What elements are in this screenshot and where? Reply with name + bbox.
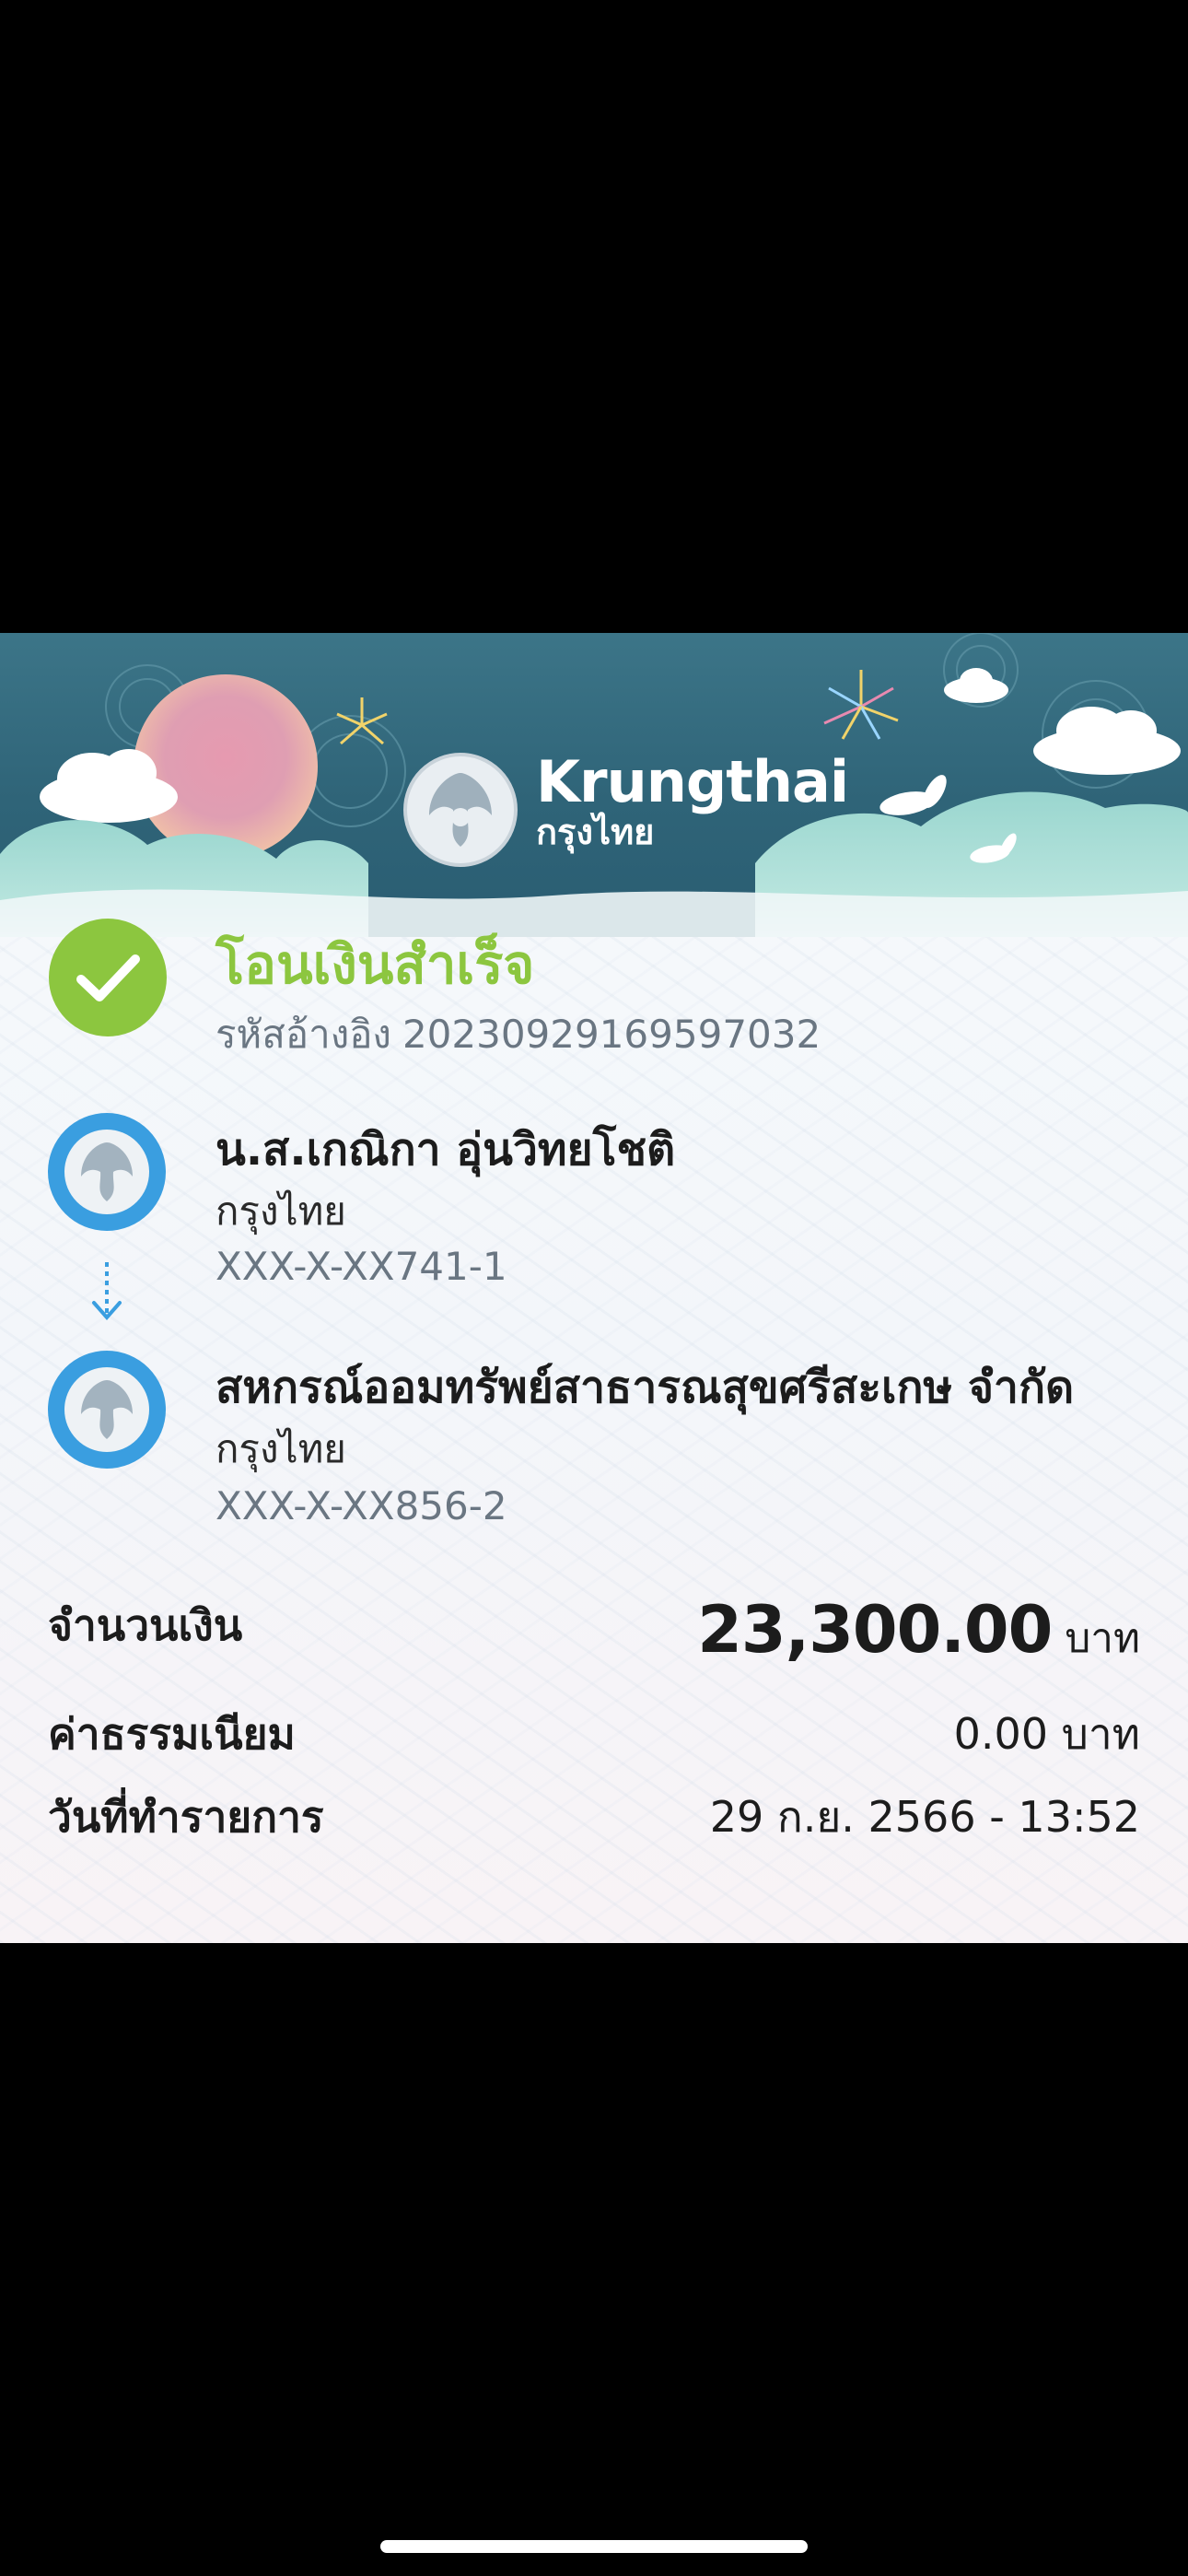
krungthai-logo-icon [64,1130,149,1214]
check-circle-icon [49,919,167,1036]
receiver-avatar [48,1351,166,1469]
header-banner: Krungthai กรุงไทย [0,633,1188,937]
brand-logo: Krungthai กรุงไทย [536,748,849,853]
sender-bank: กรุงไทย [215,1188,346,1234]
krungthai-logo-icon [64,1367,149,1452]
status-title: โอนเงินสำเร็จ [215,933,535,996]
sender-account: XXX-X-XX741-1 [215,1244,507,1289]
sender-name: น.ส.เกณิกา อุ่นวิทยโชติ [215,1124,676,1176]
reference-number: 20230929169597032 [402,1012,821,1057]
date-value: 29 ก.ย. 2566 - 13:52 [709,1792,1140,1842]
dotted-arrow-down-icon [92,1262,122,1321]
reference-label: รหัสอ้างอิง [215,1012,391,1057]
fee-value: 0.00 บาท [953,1709,1140,1759]
fee-label: ค่าธรรมเนียม [48,1709,296,1759]
receiver-bank: กรุงไทย [215,1426,346,1471]
brand-name-en: Krungthai [536,748,849,815]
amount-value: 23,300.00 [697,1592,1053,1668]
amount-value-group: 23,300.00 บาท [697,1592,1140,1670]
amount-unit: บาท [1065,1615,1140,1662]
sender-avatar [48,1113,166,1231]
home-indicator[interactable] [380,2540,808,2553]
date-label: วันที่ทำรายการ [48,1792,324,1842]
krungthai-logo-icon [403,753,518,867]
receiver-name: สหกรณ์ออมทรัพย์สาธารณสุขศรีสะเกษ จำกัด [215,1362,1075,1413]
reference-line: รหัสอ้างอิง 20230929169597032 [215,1004,832,1065]
brand-name-th: กรุงไทย [536,812,655,852]
amount-label: จำนวนเงิน [48,1600,243,1650]
receiver-account: XXX-X-XX856-2 [215,1483,507,1528]
